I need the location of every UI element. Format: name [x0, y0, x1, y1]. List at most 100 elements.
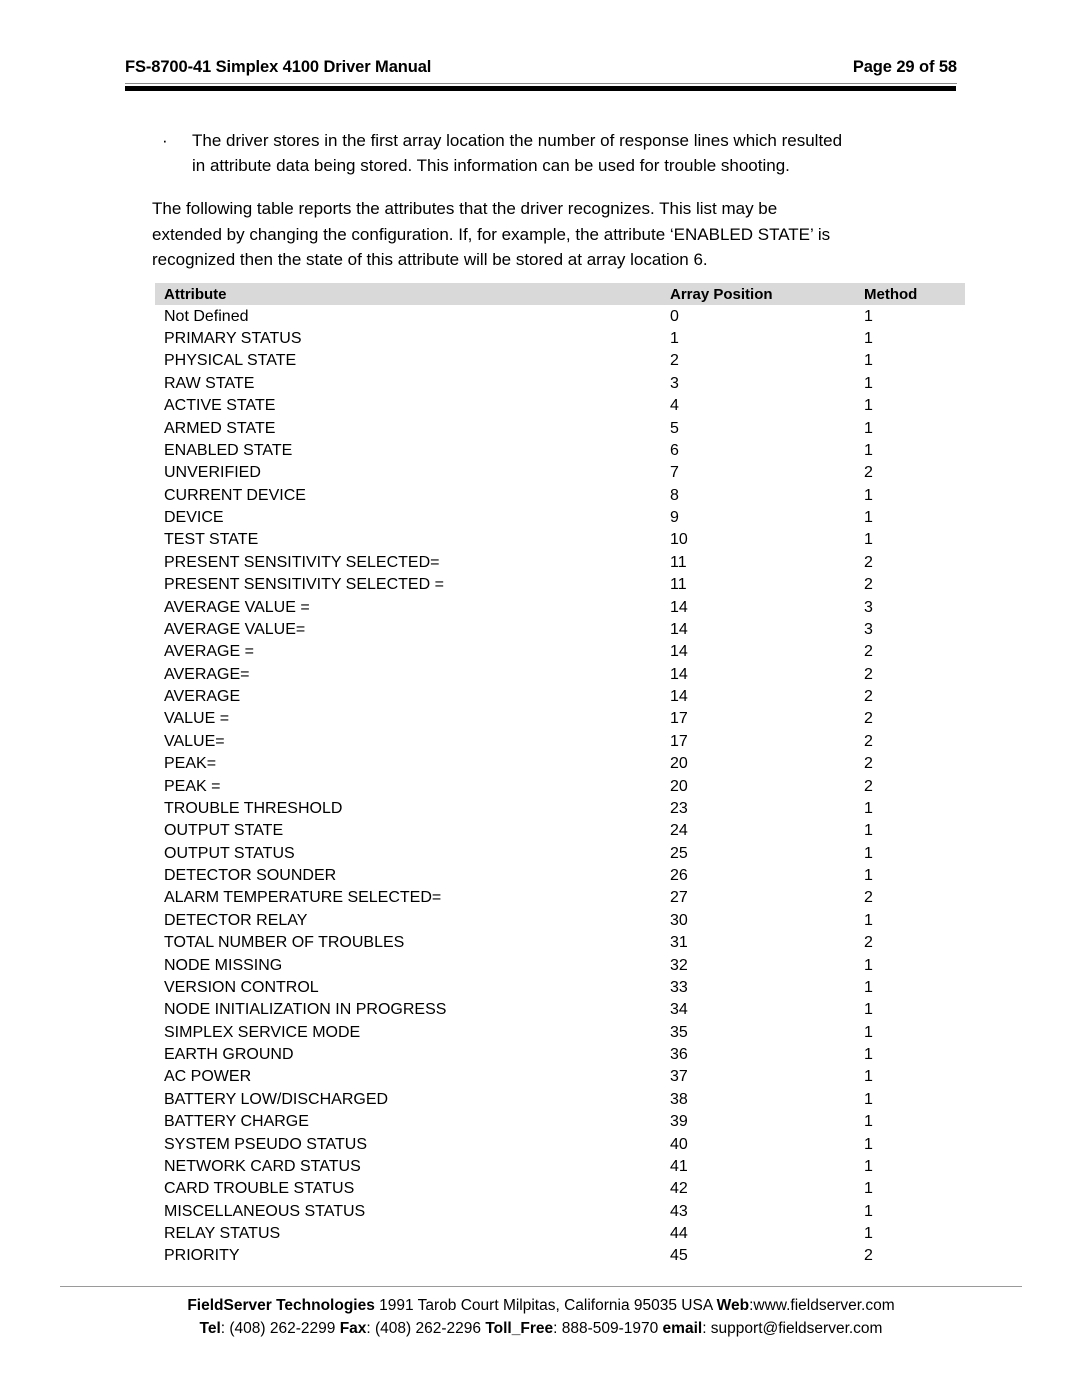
table-row: RELAY STATUS 44 1	[155, 1222, 965, 1244]
cell-attribute: CARD TROUBLE STATUS	[164, 1180, 355, 1198]
cell-array-position: 27	[670, 889, 688, 907]
cell-array-position: 45	[670, 1247, 688, 1265]
cell-array-position: 35	[670, 1023, 688, 1041]
table-row: BATTERY CHARGE 39 1	[155, 1111, 965, 1133]
table-row: PHYSICAL STATE 2 1	[155, 350, 965, 372]
footer-tollfree-label: Toll_Free	[485, 1320, 554, 1337]
cell-attribute: PRESENT SENSITIVITY SELECTED=	[164, 553, 440, 571]
cell-method: 1	[864, 1023, 873, 1041]
cell-array-position: 3	[670, 374, 679, 392]
cell-array-position: 11	[670, 576, 687, 594]
cell-attribute: OUTPUT STATE	[164, 822, 284, 840]
cell-array-position: 25	[670, 844, 688, 862]
cell-array-position: 0	[670, 307, 679, 325]
footer-company: FieldServer Technologies	[187, 1297, 375, 1314]
table-row: PEAK = 20 2	[155, 775, 965, 797]
table-row: OUTPUT STATUS 25 1	[155, 842, 965, 864]
cell-array-position: 14	[670, 665, 688, 683]
cell-attribute: RAW STATE	[164, 374, 255, 392]
document-title: FS-8700-41 Simplex 4100 Driver Manual	[125, 58, 432, 76]
cell-attribute: ARMED STATE	[164, 419, 276, 437]
column-header-array-position: Array Position	[670, 285, 773, 303]
table-row: SYSTEM PSEUDO STATUS 40 1	[155, 1133, 965, 1155]
cell-method: 2	[864, 777, 873, 795]
table-row: UNVERIFIED 7 2	[155, 462, 965, 484]
cell-array-position: 4	[670, 397, 679, 415]
cell-method: 2	[864, 934, 873, 952]
cell-method: 2	[864, 553, 873, 571]
table-row: VERSION CONTROL 33 1	[155, 976, 965, 998]
table-row: VALUE = 17 2	[155, 708, 965, 730]
cell-method: 1	[864, 844, 873, 862]
cell-attribute: PEAK =	[164, 777, 221, 795]
paragraph-line-1: The following table reports the attribut…	[152, 199, 778, 218]
table-row: PRESENT SENSITIVITY SELECTED= 11 2	[155, 551, 965, 573]
cell-array-position: 8	[670, 486, 679, 504]
cell-method: 1	[864, 352, 873, 370]
cell-array-position: 6	[670, 441, 679, 459]
cell-attribute: NODE MISSING	[164, 956, 283, 974]
cell-method: 1	[864, 1001, 873, 1019]
list-item: · The driver stores in the first array l…	[160, 128, 960, 178]
cell-method: 1	[864, 1135, 873, 1153]
cell-attribute: PRIORITY	[164, 1247, 240, 1265]
cell-attribute: Not Defined	[164, 307, 249, 325]
cell-attribute: PHYSICAL STATE	[164, 352, 297, 370]
table-row: AVERAGE VALUE = 14 3	[155, 596, 965, 618]
cell-array-position: 31	[670, 934, 688, 952]
cell-method: 2	[864, 710, 873, 728]
table-row: ACTIVE STATE 4 1	[155, 395, 965, 417]
cell-array-position: 2	[670, 352, 679, 370]
paragraph-line-2: extended by changing the configuration. …	[152, 224, 831, 244]
cell-attribute: NODE INITIALIZATION IN PROGRESS	[164, 1001, 447, 1019]
footer-line-2: Tel: (408) 262-2299 Fax: (408) 262-2296 …	[60, 1317, 1022, 1340]
cell-method: 1	[864, 1225, 873, 1243]
cell-attribute: OUTPUT STATUS	[164, 844, 295, 862]
cell-method: 1	[864, 978, 873, 996]
bullet-line-1: The driver stores in the first array loc…	[192, 131, 843, 150]
cell-method: 1	[864, 441, 873, 459]
table-row: PRESENT SENSITIVITY SELECTED = 11 2	[155, 574, 965, 596]
cell-method: 1	[864, 486, 873, 504]
cell-array-position: 10	[670, 531, 688, 549]
cell-method: 1	[864, 956, 873, 974]
table-row: AVERAGE= 14 2	[155, 663, 965, 685]
table-row: NODE INITIALIZATION IN PROGRESS 34 1	[155, 999, 965, 1021]
cell-attribute: VALUE=	[164, 732, 225, 750]
cell-method: 2	[864, 1247, 873, 1265]
bullet-list: · The driver stores in the first array l…	[160, 128, 960, 178]
cell-method: 1	[864, 1090, 873, 1108]
footer-web-value: :www.fieldserver.com	[749, 1297, 895, 1314]
cell-method: 1	[864, 1202, 873, 1220]
cell-method: 1	[864, 799, 873, 817]
footer-line-1: FieldServer Technologies 1991 Tarob Cour…	[60, 1294, 1022, 1317]
header-rule-thick	[125, 86, 956, 91]
cell-attribute: AVERAGE	[164, 688, 241, 706]
cell-method: 2	[864, 688, 873, 706]
table-row: DETECTOR SOUNDER 26 1	[155, 864, 965, 886]
cell-attribute: NETWORK CARD STATUS	[164, 1157, 361, 1175]
cell-attribute: CURRENT DEVICE	[164, 486, 306, 504]
table-row: PEAK= 20 2	[155, 753, 965, 775]
cell-method: 3	[864, 598, 873, 616]
cell-attribute: AVERAGE=	[164, 665, 250, 683]
table-row: CURRENT DEVICE 8 1	[155, 484, 965, 506]
cell-array-position: 7	[670, 464, 679, 482]
cell-array-position: 11	[670, 553, 687, 571]
page-number: Page 29 of 58	[852, 58, 957, 76]
footer-address: 1991 Tarob Court Milpitas, California 95…	[374, 1297, 717, 1314]
table-row: RAW STATE 3 1	[155, 372, 965, 394]
cell-attribute: SIMPLEX SERVICE MODE	[164, 1023, 361, 1041]
cell-array-position: 14	[670, 643, 688, 661]
table-row: DETECTOR RELAY 30 1	[155, 909, 965, 931]
cell-attribute: ALARM TEMPERATURE SELECTED=	[164, 889, 442, 907]
cell-attribute: AVERAGE VALUE =	[164, 598, 310, 616]
footer-fax-label: Fax	[339, 1320, 367, 1337]
table-row: AC POWER 37 1	[155, 1066, 965, 1088]
cell-attribute: SYSTEM PSEUDO STATUS	[164, 1135, 367, 1153]
cell-attribute: DETECTOR SOUNDER	[164, 867, 337, 885]
cell-attribute: RELAY STATUS	[164, 1225, 281, 1243]
cell-method: 1	[864, 531, 873, 549]
cell-method: 1	[864, 419, 873, 437]
footer-tollfree-value: : 888-509-1970	[553, 1320, 663, 1337]
